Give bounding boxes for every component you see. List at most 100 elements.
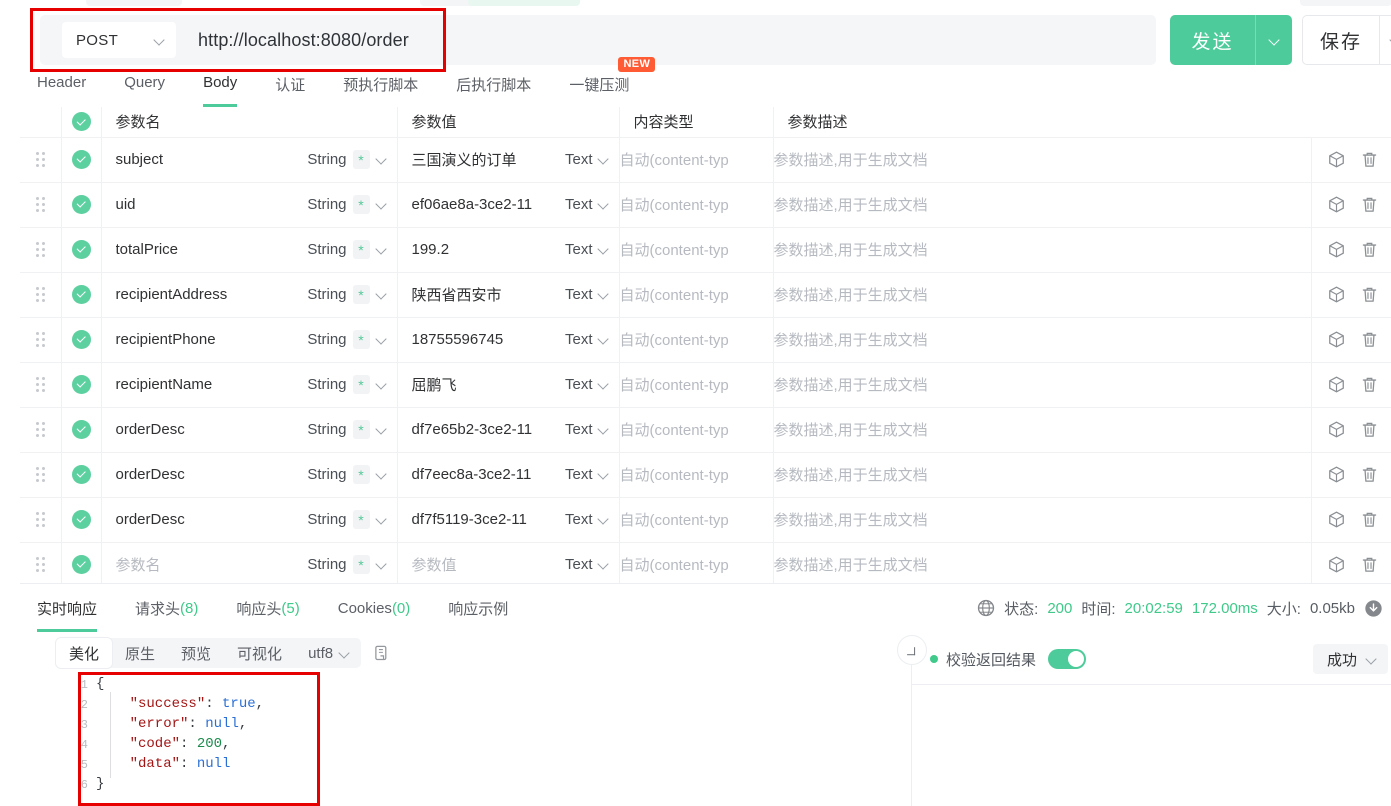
param-name-cell[interactable]: uid String * — [101, 182, 398, 228]
chevron-down-icon[interactable] — [598, 244, 609, 255]
view-mode-原生[interactable]: 原生 — [112, 638, 168, 668]
param-type-select[interactable]: String * — [307, 195, 386, 214]
param-type-select[interactable]: String * — [307, 465, 386, 484]
response-tab-响应头[interactable]: 响应头 (5) — [236, 584, 299, 632]
request-tab-Body[interactable]: Body — [203, 72, 238, 107]
param-description-cell[interactable]: 参数描述,用于生成文档 — [773, 272, 1312, 318]
param-type-select[interactable]: String * — [307, 285, 386, 304]
param-description-cell[interactable]: 参数描述,用于生成文档 — [773, 317, 1312, 363]
param-type-select[interactable]: String * — [307, 150, 386, 169]
row-checkbox[interactable] — [71, 555, 91, 574]
drag-handle-icon[interactable] — [20, 242, 61, 257]
delete-icon[interactable] — [1360, 420, 1379, 439]
chevron-down-icon[interactable] — [598, 379, 609, 390]
row-checkbox[interactable] — [71, 330, 91, 349]
param-value-cell[interactable]: df7f5119-3ce2-11 Text — [397, 497, 620, 543]
chevron-down-icon[interactable] — [598, 334, 609, 345]
drag-handle-icon[interactable] — [20, 152, 61, 167]
request-tab-Query[interactable]: Query — [124, 72, 165, 107]
delete-icon[interactable] — [1360, 330, 1379, 349]
content-type-cell[interactable]: 自动(content-typ — [619, 362, 774, 408]
copy-icon[interactable] — [373, 644, 391, 662]
save-button[interactable]: 保存 — [1302, 15, 1391, 65]
param-value-cell[interactable]: 三国演义的订单 Text — [397, 137, 620, 183]
delete-icon[interactable] — [1360, 510, 1379, 529]
drag-handle-icon[interactable] — [20, 422, 61, 437]
drag-handle-icon[interactable] — [20, 467, 61, 482]
table-row[interactable]: subject String * 三国演义的订单 Text 自动(content-typ 参… — [20, 137, 1391, 183]
param-name-cell[interactable]: 参数名 String * — [101, 542, 398, 583]
param-type-select[interactable]: String * — [307, 420, 386, 439]
param-name-cell[interactable]: orderDesc String * — [101, 407, 398, 453]
drag-handle-icon[interactable] — [20, 287, 61, 302]
param-value-cell[interactable]: 陕西省西安市 Text — [397, 272, 620, 318]
content-type-cell[interactable]: 自动(content-typ — [619, 137, 774, 183]
param-name-cell[interactable]: recipientAddress String * — [101, 272, 398, 318]
param-type-select[interactable]: String * — [307, 240, 386, 259]
param-description-cell[interactable]: 参数描述,用于生成文档 — [773, 542, 1312, 583]
response-tab-Cookies[interactable]: Cookies (0) — [338, 584, 411, 632]
chevron-down-icon[interactable] — [598, 199, 609, 210]
param-description-cell[interactable]: 参数描述,用于生成文档 — [773, 137, 1312, 183]
download-icon[interactable] — [1364, 599, 1383, 618]
row-checkbox[interactable] — [71, 240, 91, 259]
row-checkbox[interactable] — [71, 420, 91, 439]
verify-toggle[interactable] — [1048, 649, 1087, 669]
table-row[interactable]: totalPrice String * 199.2 Text 自动(content-typ… — [20, 227, 1391, 273]
row-checkbox[interactable] — [71, 465, 91, 484]
delete-icon[interactable] — [1360, 195, 1379, 214]
param-description-cell[interactable]: 参数描述,用于生成文档 — [773, 227, 1312, 273]
chevron-down-icon[interactable] — [598, 559, 609, 570]
http-method-select[interactable]: POST — [62, 22, 176, 58]
row-checkbox[interactable] — [71, 195, 91, 214]
response-tab-实时响应[interactable]: 实时响应 — [37, 584, 98, 632]
select-all-checkbox[interactable] — [71, 112, 91, 132]
param-description-cell[interactable]: 参数描述,用于生成文档 — [773, 497, 1312, 543]
content-type-cell[interactable]: 自动(content-typ — [619, 497, 774, 543]
param-description-cell[interactable]: 参数描述,用于生成文档 — [773, 452, 1312, 498]
content-type-cell[interactable]: 自动(content-typ — [619, 317, 774, 363]
param-name-cell[interactable]: orderDesc String * — [101, 452, 398, 498]
table-row[interactable]: recipientPhone String * 18755596745 Text 自动(c… — [20, 317, 1391, 363]
content-type-cell[interactable]: 自动(content-typ — [619, 272, 774, 318]
package-icon[interactable] — [1327, 150, 1346, 169]
chevron-down-icon[interactable] — [598, 514, 609, 525]
request-tab-一键压测[interactable]: 一键压测 NEW — [569, 57, 656, 107]
view-mode-可视化[interactable]: 可视化 — [224, 638, 295, 668]
table-row[interactable]: orderDesc String * df7e65b2-3ce2-11 Text 自动(c… — [20, 407, 1391, 453]
param-value-cell[interactable]: ef06ae8a-3ce2-11 Text — [397, 182, 620, 228]
drag-handle-icon[interactable] — [20, 557, 61, 572]
delete-icon[interactable] — [1360, 240, 1379, 259]
param-name-cell[interactable]: recipientName String * — [101, 362, 398, 408]
param-value-cell[interactable]: 18755596745 Text — [397, 317, 620, 363]
delete-icon[interactable] — [1360, 285, 1379, 304]
response-tab-响应示例[interactable]: 响应示例 — [448, 584, 508, 632]
save-options-dropdown[interactable] — [1380, 35, 1391, 46]
package-icon[interactable] — [1327, 330, 1346, 349]
collapse-panel-button[interactable] — [897, 635, 927, 665]
package-icon[interactable] — [1327, 285, 1346, 304]
content-type-cell[interactable]: 自动(content-typ — [619, 452, 774, 498]
verify-result-select[interactable]: 成功 — [1312, 644, 1388, 674]
content-type-cell[interactable]: 自动(content-typ — [619, 227, 774, 273]
param-value-cell[interactable]: df7e65b2-3ce2-11 Text — [397, 407, 620, 453]
response-body-code[interactable]: 1 2 3 4 5 6 { "success": true, "error": null,… — [56, 672, 896, 790]
param-name-cell[interactable]: totalPrice String * — [101, 227, 398, 273]
package-icon[interactable] — [1327, 375, 1346, 394]
chevron-down-icon[interactable] — [598, 289, 609, 300]
param-description-cell[interactable]: 参数描述,用于生成文档 — [773, 407, 1312, 453]
url-input[interactable] — [198, 20, 1156, 60]
param-name-cell[interactable]: recipientPhone String * — [101, 317, 398, 363]
chevron-down-icon[interactable] — [598, 154, 609, 165]
request-tab-预执行脚本[interactable]: 预执行脚本 — [343, 72, 418, 107]
param-description-cell[interactable]: 参数描述,用于生成文档 — [773, 182, 1312, 228]
param-type-select[interactable]: String * — [307, 330, 386, 349]
param-type-select[interactable]: String * — [307, 375, 386, 394]
param-value-cell[interactable]: 199.2 Text — [397, 227, 620, 273]
delete-icon[interactable] — [1360, 465, 1379, 484]
request-tab-Header[interactable]: Header — [37, 72, 86, 107]
chevron-down-icon[interactable] — [598, 469, 609, 480]
table-row[interactable]: orderDesc String * df7eec8a-3ce2-11 Text 自动(c… — [20, 452, 1391, 498]
table-row[interactable]: orderDesc String * df7f5119-3ce2-11 Text 自动(c… — [20, 497, 1391, 543]
send-button[interactable]: 发送 — [1170, 15, 1292, 65]
